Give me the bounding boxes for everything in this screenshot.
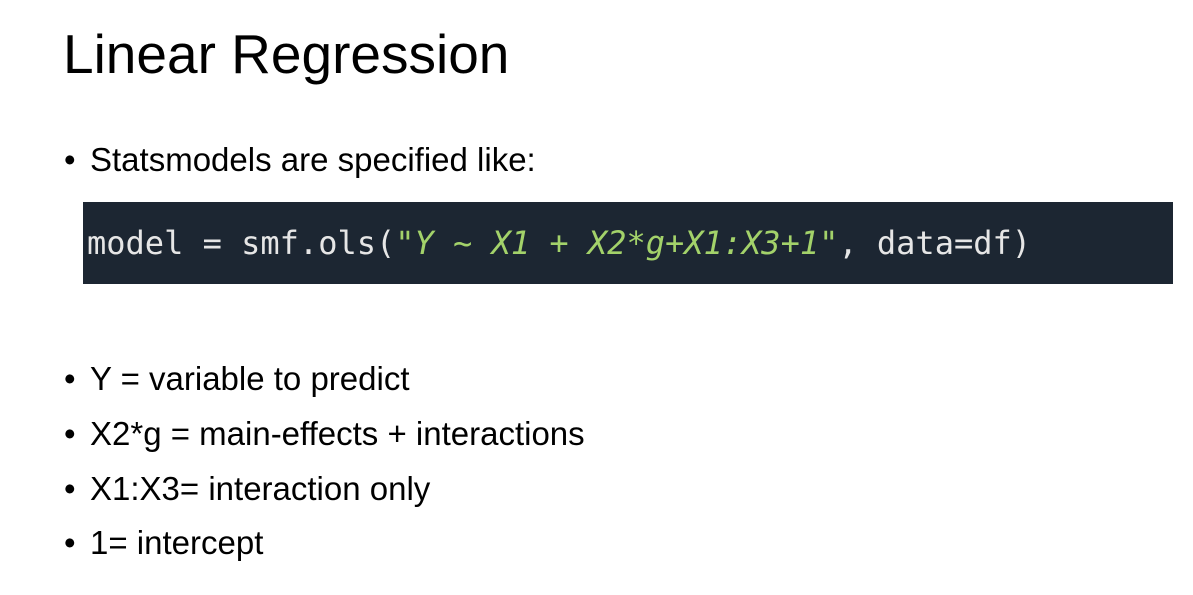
bullet-dot: • bbox=[64, 415, 76, 452]
bullet-dot: • bbox=[64, 141, 76, 178]
code-block: model = smf.ols("Y ~ X1 + X2*g+X1:X3+1",… bbox=[83, 202, 1173, 284]
bullet-dot: • bbox=[64, 524, 76, 561]
intro-text: Statsmodels are specified like: bbox=[90, 141, 536, 178]
list-item-text: X1:X3= interaction only bbox=[90, 470, 431, 507]
slide-title: Linear Regression bbox=[63, 23, 510, 85]
intro-bullet: • Statsmodels are specified like: bbox=[64, 140, 536, 180]
list-item: • X1:X3= interaction only bbox=[64, 469, 430, 509]
code-suffix: , data=df) bbox=[838, 224, 1032, 262]
list-item-text: Y = variable to predict bbox=[90, 360, 410, 397]
list-item: • X2*g = main-effects + interactions bbox=[64, 414, 585, 454]
code-prefix: model = smf.ols( bbox=[87, 224, 396, 262]
bullet-dot: • bbox=[64, 360, 76, 397]
code-formula-string: "Y ~ X1 + X2*g+X1:X3+1" bbox=[395, 224, 839, 262]
list-item: • Y = variable to predict bbox=[64, 359, 410, 399]
list-item: • 1= intercept bbox=[64, 523, 263, 563]
bullet-dot: • bbox=[64, 470, 76, 507]
list-item-text: 1= intercept bbox=[90, 524, 264, 561]
list-item-text: X2*g = main-effects + interactions bbox=[90, 415, 585, 452]
